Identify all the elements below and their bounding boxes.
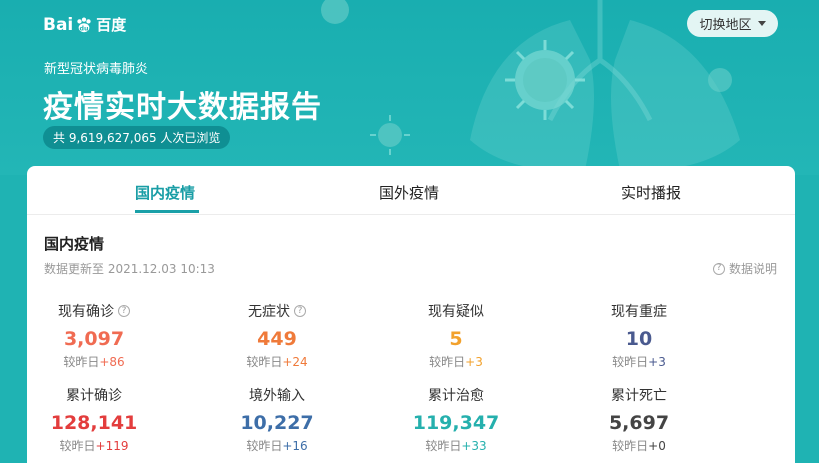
delta-value: +24	[282, 355, 308, 369]
stat-item: 无症状? 449 较昨日+24	[197, 301, 357, 370]
stat-delta: 较昨日+16	[197, 437, 357, 454]
stat-value: 5	[449, 328, 463, 350]
delta-prefix: 较昨日	[425, 439, 462, 453]
virus-illustration-small	[321, 0, 349, 24]
stat-label: 现有重症	[559, 301, 719, 321]
tab-bar: 国内疫情 国外疫情 实时播报	[27, 166, 795, 215]
stat-item: 现有重症 10 较昨日+3	[559, 301, 719, 370]
stat-label-text: 现有疑似	[428, 304, 484, 320]
virus-illustration-small-3	[708, 68, 732, 92]
question-circle-icon[interactable]: ?	[118, 305, 130, 317]
question-circle-icon: ?	[712, 262, 725, 275]
stat-label-text: 累计死亡	[611, 388, 667, 404]
stat-item: 现有确诊? 3,097 较昨日+86	[14, 301, 174, 370]
stat-delta: 较昨日+33	[376, 437, 536, 454]
delta-prefix: 较昨日	[63, 355, 100, 369]
svg-text:du: du	[80, 25, 89, 32]
section-title: 国内疫情	[44, 235, 105, 253]
baidu-logo[interactable]: Bai du 百度	[43, 14, 126, 35]
stat-label-text: 累计治愈	[428, 388, 484, 404]
stat-label: 无症状?	[197, 301, 357, 321]
stat-item: 境外输入 10,227 较昨日+16	[197, 385, 357, 454]
delta-prefix: 较昨日	[612, 439, 649, 453]
stat-label: 累计确诊	[14, 385, 174, 405]
stat-label: 现有确诊?	[14, 301, 174, 321]
delta-value: +0	[648, 439, 666, 453]
stat-label-text: 现有重症	[611, 304, 667, 320]
tab-overseas[interactable]: 国外疫情	[379, 182, 439, 203]
stat-value: 10	[625, 328, 653, 350]
switch-region-label: 切换地区	[699, 18, 752, 33]
delta-prefix: 较昨日	[59, 439, 96, 453]
stat-value: 3,097	[63, 328, 125, 350]
stat-label-text: 现有确诊	[58, 304, 114, 320]
update-time: 数据更新至 2021.12.03 10:13	[44, 262, 215, 276]
stat-value: 119,347	[412, 412, 500, 434]
stat-delta: 较昨日+24	[197, 353, 357, 370]
delta-prefix: 较昨日	[246, 355, 283, 369]
tab-live-updates[interactable]: 实时播报	[621, 182, 681, 203]
delta-value: +86	[99, 355, 125, 369]
active-tab-indicator	[135, 210, 199, 213]
stat-value: 128,141	[50, 412, 138, 434]
switch-region-button[interactable]: 切换地区	[687, 10, 778, 37]
virus-illustration	[505, 40, 585, 120]
delta-value: +3	[648, 355, 666, 369]
data-explanation-link[interactable]: ? 数据说明	[712, 260, 777, 277]
stat-delta: 较昨日+86	[14, 353, 174, 370]
stat-value: 10,227	[240, 412, 314, 434]
stat-item: 累计治愈 119,347 较昨日+33	[376, 385, 536, 454]
stat-label-text: 境外输入	[249, 388, 305, 404]
stat-value: 5,697	[608, 412, 670, 434]
tab-domestic[interactable]: 国内疫情	[135, 182, 195, 203]
data-card: 国内疫情 国外疫情 实时播报 国内疫情 数据更新至 2021.12.03 10:…	[27, 166, 795, 463]
stat-label: 累计治愈	[376, 385, 536, 405]
stat-label: 境外输入	[197, 385, 357, 405]
delta-prefix: 较昨日	[612, 355, 649, 369]
virus-illustration-small-2	[370, 115, 410, 155]
question-circle-icon[interactable]: ?	[294, 305, 306, 317]
view-count-badge: 共 9,619,627,065 人次已浏览	[43, 126, 231, 149]
stat-value: 449	[257, 328, 297, 350]
delta-prefix: 较昨日	[246, 439, 283, 453]
stat-item: 累计确诊 128,141 较昨日+119	[14, 385, 174, 454]
stat-delta: 较昨日+0	[559, 437, 719, 454]
delta-value: +33	[461, 439, 487, 453]
hero-banner: Bai du 百度 切换地区 新型冠状病毒肺炎 疫情实时大数据报告 共 9,61…	[0, 0, 819, 175]
delta-value: +3	[465, 355, 483, 369]
page-subtitle: 新型冠状病毒肺炎	[44, 62, 149, 77]
logo-chinese-text: 百度	[96, 16, 127, 34]
delta-value: +119	[95, 439, 129, 453]
delta-prefix: 较昨日	[429, 355, 466, 369]
stat-label: 现有疑似	[376, 301, 536, 321]
stat-delta: 较昨日+119	[14, 437, 174, 454]
page-title: 疫情实时大数据报告	[43, 90, 322, 125]
stat-delta: 较昨日+3	[559, 353, 719, 370]
baidu-paw-icon: du	[77, 16, 91, 32]
stat-label-text: 累计确诊	[66, 388, 122, 404]
stat-delta: 较昨日+3	[376, 353, 536, 370]
stat-item: 现有疑似 5 较昨日+3	[376, 301, 536, 370]
stat-item: 累计死亡 5,697 较昨日+0	[559, 385, 719, 454]
stat-label: 累计死亡	[559, 385, 719, 405]
data-explanation-label: 数据说明	[728, 262, 777, 276]
caret-down-icon	[757, 21, 766, 26]
logo-text: Bai	[43, 14, 74, 35]
delta-value: +16	[282, 439, 308, 453]
stat-label-text: 无症状	[248, 304, 290, 320]
